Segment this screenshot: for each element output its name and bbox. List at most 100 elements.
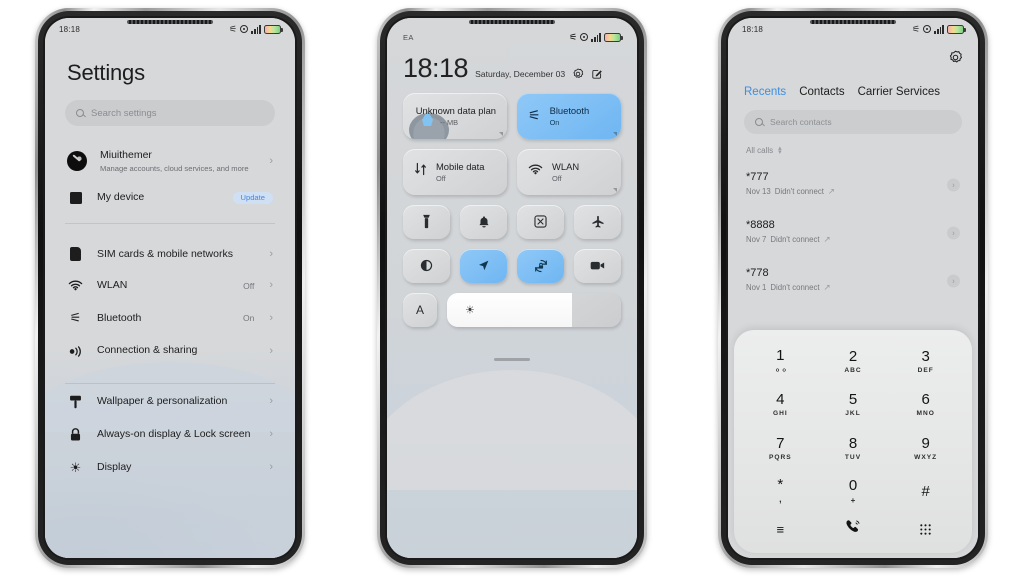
device-label: My device <box>97 191 145 204</box>
status-badge[interactable]: Update <box>232 191 273 205</box>
status-time: 18:18 <box>742 24 764 34</box>
gear-icon[interactable] <box>572 67 584 79</box>
dialpad-key-star[interactable]: * , <box>744 470 817 513</box>
tile-row-1: Unknown data plan -- MB ⚟ Bluetooth On <box>403 92 621 139</box>
dialpad-key-hash[interactable]: # <box>889 470 962 513</box>
keypad-icon[interactable] <box>889 523 962 536</box>
account-text: Miuithemer Manage accounts, cloud servic… <box>100 149 256 173</box>
sidebar-item-label: SIM cards & mobile networks <box>97 247 233 260</box>
earpiece-speaker <box>469 20 555 24</box>
dialpad-key-4[interactable]: 4 GHI <box>744 383 817 426</box>
dialpad-key-0[interactable]: 0 + <box>817 470 890 513</box>
dialpad-key-6[interactable]: 6 MNO <box>889 383 962 426</box>
dialpad-key-3[interactable]: 3 DEF <box>889 340 962 383</box>
outgoing-call-icon: ↗ <box>827 186 836 196</box>
key-letters: MNO <box>916 410 935 418</box>
call-filter[interactable]: All calls ▴ ▾ <box>728 134 978 156</box>
sidebar-item-my-device[interactable]: My device Update <box>65 182 275 213</box>
tile-airplane-mode[interactable] <box>574 204 621 239</box>
bluetooth-icon: ⚟ <box>911 23 921 34</box>
search-input[interactable]: Search settings <box>65 100 275 126</box>
dialpad-key-1[interactable]: 1 ⚬⚬ <box>744 340 817 383</box>
list-item[interactable]: *778 Nov 1 Didn't connect ↗ › <box>746 257 960 305</box>
outgoing-call-icon: ↗ <box>823 282 831 292</box>
key-digit: 7 <box>776 434 785 452</box>
avatar-icon <box>67 151 87 172</box>
search-placeholder: Search contacts <box>770 117 832 127</box>
sidebar-item-label: Display <box>97 461 132 474</box>
call-glyph <box>845 519 861 539</box>
sidebar-item-value: Off <box>243 280 255 291</box>
dialpad-key-2[interactable]: 2 ABC <box>817 340 890 383</box>
sidebar-item-value: On <box>242 313 255 324</box>
brightness-icon: ☀ <box>69 459 82 475</box>
chevron-right-icon: › <box>269 247 273 260</box>
list-item[interactable]: *8888 Nov 7 Didn't connect ↗ › <box>746 209 960 257</box>
dialpad-row-1: 1 ⚬⚬ 2 ABC 3 DEF <box>744 340 962 383</box>
chevron-right-icon[interactable]: › <box>947 274 960 288</box>
tile-flashlight[interactable] <box>403 204 450 239</box>
quick-settings-tiles: Unknown data plan -- MB ⚟ Bluetooth On M… <box>387 81 637 361</box>
call-icon[interactable] <box>817 519 890 539</box>
signal-bars-icon <box>591 32 601 42</box>
dnd-icon <box>580 33 589 41</box>
tile-silent[interactable] <box>460 204 507 239</box>
menu-icon[interactable]: ≡ <box>744 522 817 537</box>
call-date: Nov 13 <box>746 187 771 196</box>
auto-brightness-button[interactable]: A <box>403 292 437 327</box>
key-digit: 9 <box>921 434 930 452</box>
drag-handle[interactable] <box>494 357 530 361</box>
sidebar-item-account[interactable]: Miuithemer Manage accounts, cloud servic… <box>65 140 275 182</box>
tab-contacts[interactable]: Contacts <box>799 86 844 98</box>
control-center-app: EA ⚟ 18:18 Saturday, December 03 Unknown… <box>387 18 637 558</box>
tile-corner-marker <box>613 187 617 192</box>
key-letters: GHI <box>772 410 788 418</box>
key-letters: WXYZ <box>914 453 938 461</box>
tile-bluetooth[interactable]: ⚟ Bluetooth On <box>517 92 621 139</box>
chevron-right-icon[interactable]: › <box>947 178 960 192</box>
tile-label: Mobile data <box>436 160 485 172</box>
tile-wlan[interactable]: WLAN Off <box>517 148 621 195</box>
dialpad-key-5[interactable]: 5 JKL <box>817 383 890 426</box>
device-icon <box>67 191 84 204</box>
chevron-right-icon[interactable]: › <box>947 226 960 240</box>
screenshot-stage: 18:18 ⚟ Settings Search settings Miuithe… <box>0 0 1024 576</box>
call-meta: Nov 7 Didn't connect ↗ <box>746 234 960 245</box>
sidebar-item-sim-cards[interactable]: SIM cards & mobile networks › <box>65 238 275 270</box>
dialpad-key-8[interactable]: 8 TUV <box>817 427 890 470</box>
sidebar-item-display[interactable]: ☀ Display › <box>65 451 275 485</box>
page-title: Settings <box>67 60 145 85</box>
chevron-right-icon: › <box>269 461 273 474</box>
tile-data-plan[interactable]: Unknown data plan -- MB <box>403 92 507 139</box>
sidebar-item-label: WLAN <box>97 279 128 292</box>
dialpad-key-7[interactable]: 7 PQRS <box>744 427 817 470</box>
sidebar-item-lock-screen[interactable]: Always-on display & Lock screen › <box>65 418 275 451</box>
search-input[interactable]: Search contacts <box>744 110 962 134</box>
battery-icon <box>604 32 623 42</box>
edit-icon[interactable] <box>591 67 603 79</box>
tile-location[interactable] <box>460 248 507 283</box>
tile-screen-record[interactable] <box>574 248 621 283</box>
key-digit: * <box>777 475 784 493</box>
tile-label: WLAN <box>552 160 580 172</box>
brightness-slider[interactable]: ☀ <box>447 292 621 327</box>
tab-recents[interactable]: Recents <box>744 86 786 98</box>
sidebar-item-label: Always-on display & Lock screen <box>97 427 251 440</box>
gear-icon[interactable] <box>948 50 963 70</box>
sidebar-item-bluetooth[interactable]: ⚟ Bluetooth On › <box>65 301 275 335</box>
list-item[interactable]: *777 Nov 13 Didn't connect ↗ › <box>746 161 960 209</box>
outgoing-call-icon: ↗ <box>823 234 831 244</box>
key-letters: TUV <box>844 453 862 461</box>
dialpad-key-9[interactable]: 9 WXYZ <box>889 427 962 470</box>
sidebar-item-wlan[interactable]: WLAN Off › <box>65 270 275 301</box>
sidebar-item-wallpaper[interactable]: Wallpaper & personalization › <box>65 386 275 418</box>
sidebar-item-connection-sharing[interactable]: Connection & sharing › <box>65 335 275 366</box>
phone-device-settings: 18:18 ⚟ Settings Search settings Miuithe… <box>35 8 305 568</box>
chevron-right-icon: › <box>269 395 273 408</box>
tile-mobile-data[interactable]: Mobile data Off <box>403 148 507 195</box>
call-status: Didn't connect <box>774 187 824 196</box>
tab-carrier-services[interactable]: Carrier Services <box>858 86 940 98</box>
tile-screenshot[interactable] <box>517 204 564 239</box>
tile-dark-mode[interactable] <box>403 248 450 283</box>
tile-auto-rotate-lock[interactable] <box>517 248 564 283</box>
